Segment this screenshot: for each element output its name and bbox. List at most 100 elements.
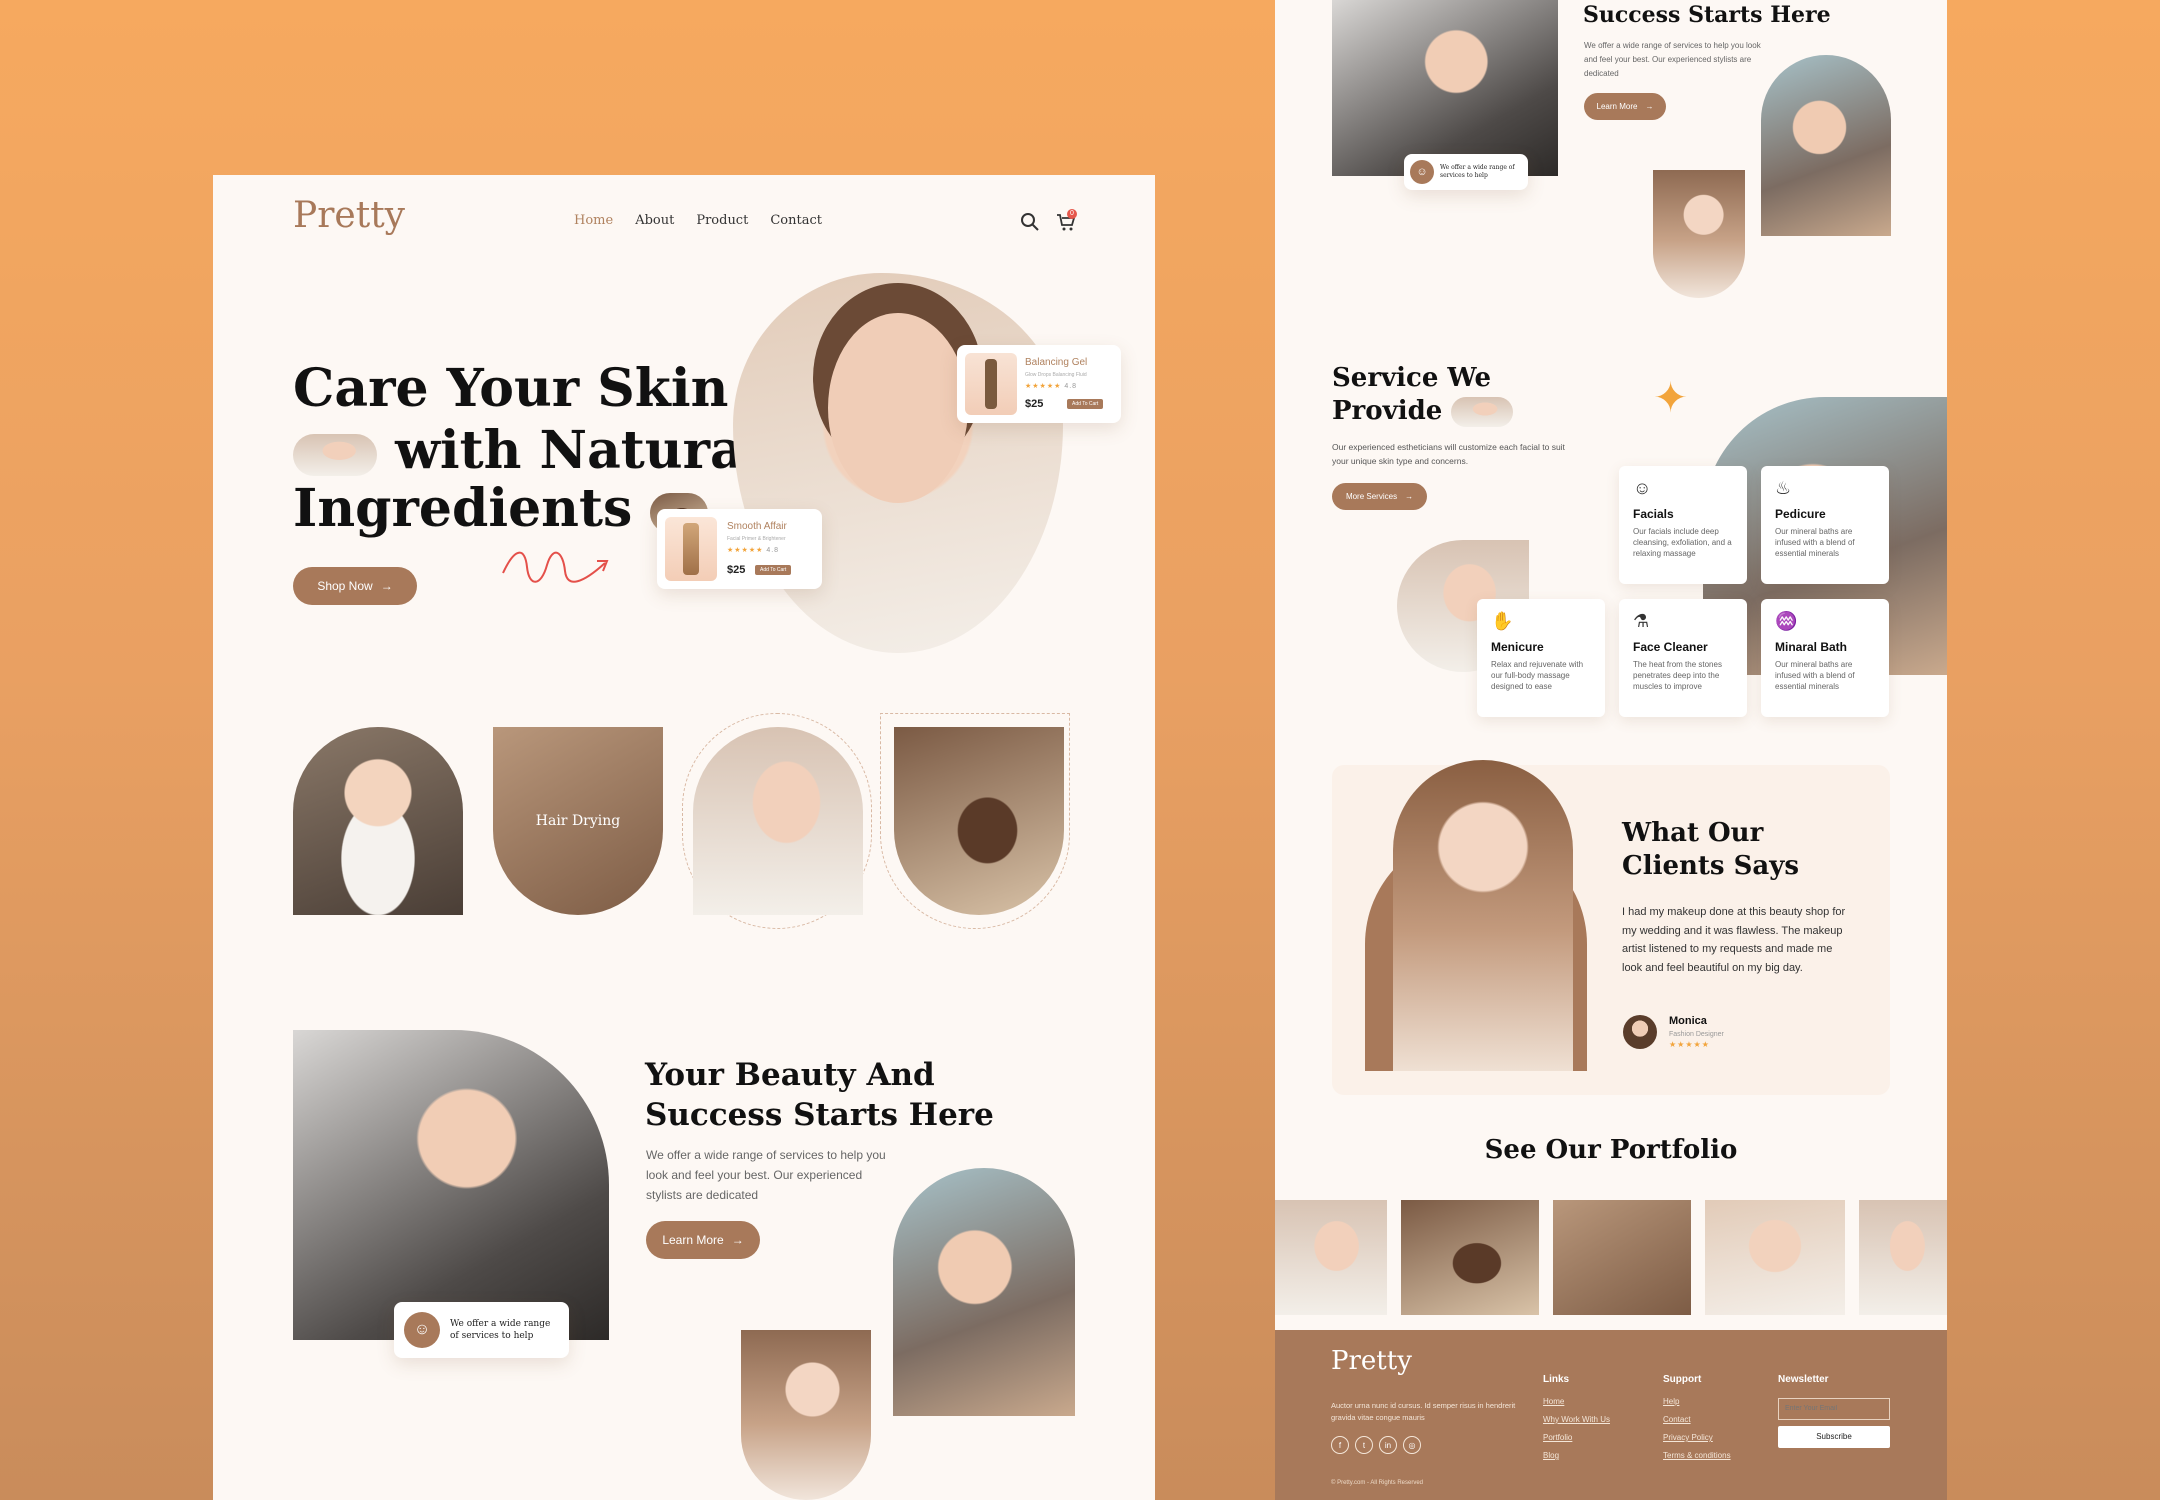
service-card-minaral-bath[interactable]: ♒ Minaral Bath Our mineral baths are inf… — [1761, 599, 1889, 717]
footer: Pretty Auctor urna nunc id cursus. Id se… — [1275, 1330, 1947, 1500]
services-text: Our experienced estheticians will custom… — [1332, 442, 1565, 466]
footer-link[interactable]: Why Work With Us — [1543, 1415, 1610, 1424]
landing-page-left: Pretty Home About Product Contact 0 Care… — [213, 175, 1155, 1500]
portfolio-item[interactable] — [1275, 1200, 1387, 1315]
nav-about[interactable]: About — [635, 213, 674, 228]
add-to-cart-button[interactable]: Add To Cart — [755, 565, 792, 575]
more-services-button[interactable]: More Services → — [1332, 483, 1427, 510]
gallery-facial-photo — [693, 727, 863, 915]
service-desc: Our mineral baths are infused with a ble… — [1775, 527, 1855, 558]
beauty-text: We offer a wide range of services to hel… — [646, 1148, 886, 1202]
footer-link[interactable]: Home — [1543, 1397, 1610, 1406]
newsletter-title: Newsletter — [1778, 1374, 1829, 1385]
testimonial-title: What Our Clients Says — [1622, 817, 1799, 883]
rating-stars: ★★★★★ — [1669, 1040, 1710, 1049]
service-name: Pedicure — [1775, 507, 1826, 521]
add-to-cart-button[interactable]: Add To Cart — [1067, 399, 1104, 409]
footer-logo[interactable]: Pretty — [1331, 1346, 1412, 1376]
twitter-icon[interactable]: t — [1355, 1436, 1373, 1454]
learn-more-button[interactable]: Learn More → — [1584, 93, 1666, 120]
gallery-massage-photo — [894, 727, 1064, 915]
footer-link[interactable]: Terms & conditions — [1663, 1451, 1731, 1460]
sparkle-icon: ✦ — [1653, 374, 1689, 421]
product-name: Smooth Affair — [727, 521, 787, 532]
hero-inline-photo-1 — [293, 433, 377, 476]
footer-support-title: Support — [1663, 1374, 1702, 1385]
brand-logo[interactable]: Pretty — [293, 195, 405, 236]
service-card-face-cleaner[interactable]: ⚗ Face Cleaner The heat from the stones … — [1619, 599, 1747, 717]
instagram-icon[interactable]: ◎ — [1403, 1436, 1421, 1454]
shop-now-label: Shop Now — [317, 579, 373, 593]
face-icon: ☺ — [404, 1312, 440, 1348]
subscribe-button[interactable]: Subscribe — [1778, 1425, 1890, 1448]
service-card-menicure[interactable]: ✋ Menicure Relax and rejuvenate with our… — [1477, 599, 1605, 717]
cart-badge: 0 — [1067, 209, 1077, 219]
arrow-right-icon: → — [1405, 492, 1414, 501]
portfolio-item[interactable] — [1705, 1200, 1845, 1315]
footer-link[interactable]: Portfolio — [1543, 1433, 1610, 1442]
more-services-label: More Services — [1345, 492, 1398, 501]
product-card-smooth-affair[interactable]: Smooth Affair Facial Primer & Brightener… — [657, 509, 822, 589]
cream-photo — [1653, 170, 1745, 298]
shop-now-button[interactable]: Shop Now → — [293, 567, 417, 605]
hand-icon: ✋ — [1491, 611, 1514, 631]
service-card-pedicure[interactable]: ♨ Pedicure Our mineral baths are infused… — [1761, 466, 1889, 584]
portfolio-item[interactable] — [1401, 1200, 1539, 1315]
mirror-photo — [1761, 55, 1891, 236]
hero-model-photo — [733, 273, 1063, 653]
footer-link[interactable]: Contact — [1663, 1415, 1731, 1424]
footer-about: Auctor urna nunc id cursus. Id semper ri… — [1331, 1401, 1516, 1422]
nav-product[interactable]: Product — [696, 213, 748, 228]
services-title: Service We Provide — [1332, 362, 1514, 428]
squiggle-arrow-icon — [502, 551, 609, 583]
cart-icon[interactable]: 0 — [1055, 209, 1077, 233]
nav-contact[interactable]: Contact — [770, 213, 822, 228]
service-desc: Our mineral baths are infused with a ble… — [1775, 660, 1855, 691]
product-image — [665, 517, 717, 581]
badge-text: We offer a wide range of services to hel… — [450, 1319, 551, 1341]
rating-stars: ★★★★★ 4.8 — [727, 547, 780, 554]
beauty-title-line-2: Success Starts Here — [645, 1097, 994, 1133]
social-links: f t in ◎ — [1331, 1436, 1421, 1454]
learn-more-label: Learn More — [662, 1233, 724, 1247]
beauty-title-line-1: Your Beauty And — [645, 1057, 935, 1093]
services-badge-card: ☺ We offer a wide range of services to h… — [394, 1302, 569, 1358]
linkedin-icon[interactable]: in — [1379, 1436, 1397, 1454]
portfolio-title: See Our Portfolio — [1484, 1135, 1738, 1165]
copyright: © Pretty.com - All Rights Reserved — [1331, 1480, 1424, 1486]
beauty-title: Your Beauty And Success Starts Here — [645, 1055, 994, 1135]
arrow-right-icon: → — [731, 1233, 744, 1247]
learn-more-label: Learn More — [1596, 102, 1638, 111]
bath-icon: ♒ — [1775, 611, 1798, 631]
cleaner-icon: ⚗ — [1633, 611, 1650, 631]
beauty-title-line-2: Success Starts Here — [1583, 2, 1831, 28]
rating-stars: ★★★★★ 4.8 — [1025, 383, 1078, 390]
services-badge-card: ☺ We offer a wide range of services to h… — [1404, 154, 1528, 190]
service-desc: Relax and rejuvenate with our full-body … — [1491, 660, 1584, 691]
testimonial-quote: I had my makeup done at this beauty shop… — [1622, 906, 1846, 974]
email-input[interactable] — [1778, 1397, 1890, 1420]
footer-link[interactable]: Help — [1663, 1397, 1731, 1406]
search-icon[interactable] — [1019, 211, 1041, 233]
client-photo — [1393, 760, 1573, 1071]
service-card-facials[interactable]: ☺ Facials Our facials include deep clean… — [1619, 466, 1747, 584]
service-desc: Our facials include deep cleansing, exfo… — [1633, 527, 1732, 558]
learn-more-button[interactable]: Learn More → — [646, 1221, 760, 1259]
footer-newsletter: Newsletter Subscribe — [1778, 1374, 1890, 1448]
salon-photo — [293, 1030, 609, 1340]
footer-link[interactable]: Privacy Policy — [1663, 1433, 1731, 1442]
footer-support: Support Help Contact Privacy Policy Term… — [1663, 1374, 1731, 1469]
nav-home[interactable]: Home — [574, 213, 613, 228]
footer-link[interactable]: Blog — [1543, 1451, 1610, 1460]
services-inline-photo — [1451, 397, 1514, 427]
landing-page-right: ☺ We offer a wide range of services to h… — [1275, 0, 1947, 1500]
portfolio-item[interactable] — [1553, 1200, 1691, 1315]
gallery-hair-drying-photo: Hair Drying — [493, 727, 663, 915]
cream-photo — [741, 1330, 871, 1500]
product-card-balancing-gel[interactable]: Balancing Gel Glow Drops Balancing Fluid… — [957, 345, 1121, 423]
rating-value: 4.8 — [1064, 383, 1078, 390]
facebook-icon[interactable]: f — [1331, 1436, 1349, 1454]
footer-links: Links Home Why Work With Us Portfolio Bl… — [1543, 1374, 1610, 1469]
portfolio-item[interactable] — [1859, 1200, 1947, 1315]
product-subtitle: Facial Primer & Brightener — [727, 536, 786, 542]
